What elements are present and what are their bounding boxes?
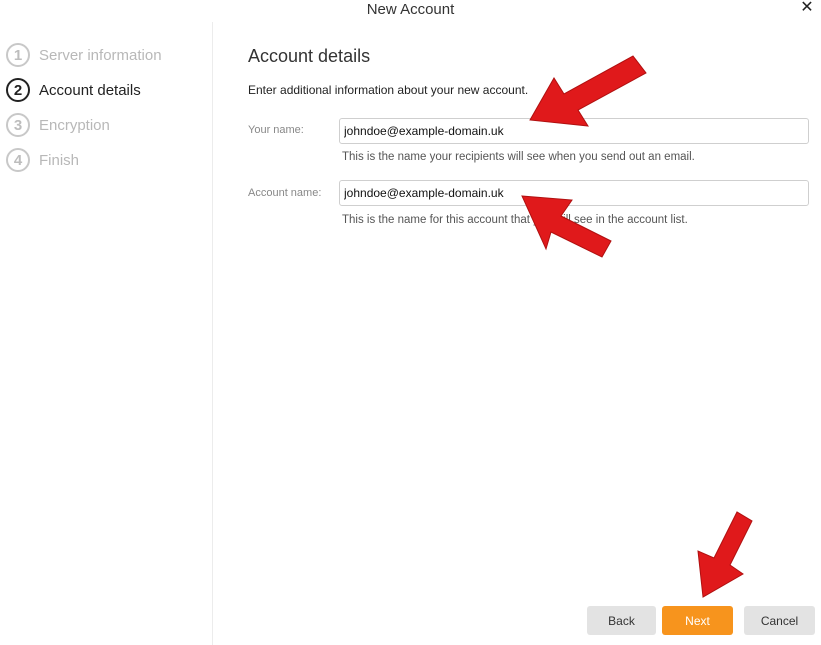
step-number: 1 bbox=[6, 43, 30, 67]
step-label: Server information bbox=[39, 46, 162, 64]
your-name-label: Your name: bbox=[248, 124, 304, 136]
wizard-steps-sidebar: 1 Server information 2 Account details 3… bbox=[0, 22, 213, 645]
account-name-input[interactable] bbox=[339, 180, 809, 206]
window-title: New Account bbox=[366, 1, 455, 18]
step-label: Encryption bbox=[39, 116, 110, 134]
back-button[interactable]: Back bbox=[587, 606, 656, 635]
step-number: 2 bbox=[6, 78, 30, 102]
your-name-hint: This is the name your recipients will se… bbox=[342, 151, 695, 163]
account-name-label: Account name: bbox=[248, 187, 322, 199]
step-number: 4 bbox=[6, 148, 30, 172]
intro-text: Enter additional information about your … bbox=[248, 83, 529, 97]
your-name-input[interactable] bbox=[339, 118, 809, 144]
step-account-details: 2 Account details bbox=[6, 76, 141, 104]
step-label: Finish bbox=[39, 151, 80, 169]
step-server-information: 1 Server information bbox=[6, 41, 162, 69]
step-label: Account details bbox=[39, 81, 141, 99]
page-title: Account details bbox=[248, 46, 371, 66]
next-button[interactable]: Next bbox=[662, 606, 733, 635]
step-encryption: 3 Encryption bbox=[6, 111, 110, 139]
account-details-panel: Account details Enter additional informa… bbox=[213, 22, 821, 645]
cancel-button[interactable]: Cancel bbox=[744, 606, 815, 635]
step-finish: 4 Finish bbox=[6, 146, 79, 174]
close-icon[interactable]: ✕ bbox=[799, 0, 815, 16]
title-bar: New Account ✕ bbox=[0, 0, 821, 22]
account-name-hint: This is the name for this account that y… bbox=[342, 214, 688, 226]
step-number: 3 bbox=[6, 113, 30, 137]
